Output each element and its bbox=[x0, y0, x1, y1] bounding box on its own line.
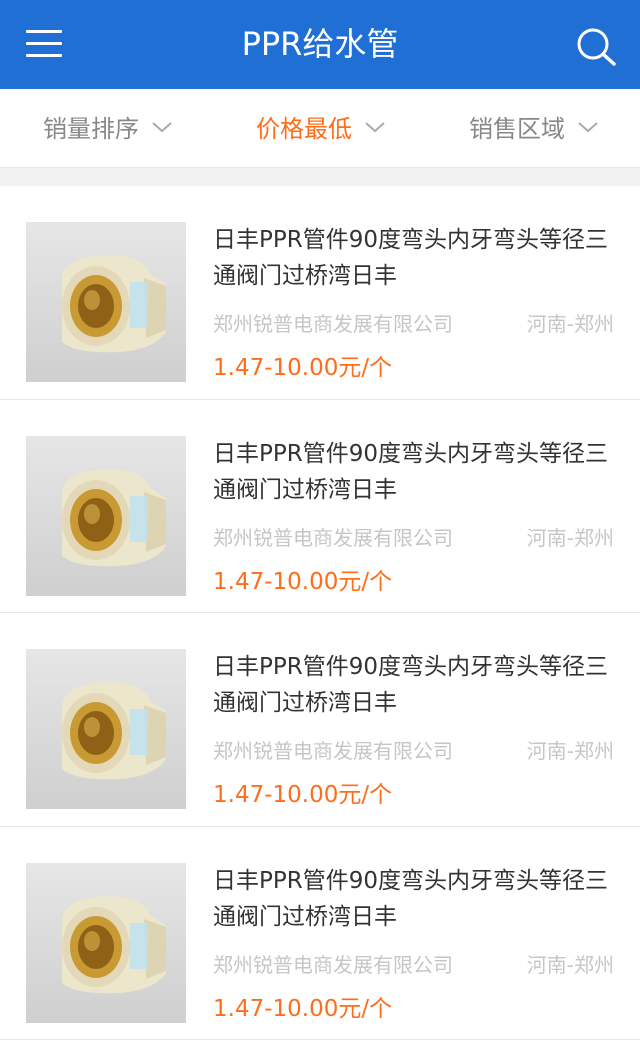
filter-label: 价格最低 bbox=[256, 115, 352, 143]
product-title: 日丰PPR管件90度弯头内牙弯头等径三通阀门过桥湾日丰 bbox=[213, 649, 618, 721]
section-divider bbox=[0, 168, 640, 186]
product-title: 日丰PPR管件90度弯头内牙弯头等径三通阀门过桥湾日丰 bbox=[213, 436, 618, 508]
app-header: PPR给水管 bbox=[0, 0, 640, 89]
company-name: 郑州锐普电商发展有限公司 bbox=[213, 308, 453, 337]
product-item[interactable]: 日丰PPR管件90度弯头内牙弯头等径三通阀门过桥湾日丰 郑州锐普电商发展有限公司… bbox=[0, 186, 640, 400]
chevron-down-icon bbox=[364, 120, 386, 134]
price-label: 1.47-10.00元/个 bbox=[213, 562, 392, 596]
region-label: 河南-郑州 bbox=[527, 735, 614, 764]
region-label: 河南-郑州 bbox=[527, 308, 614, 337]
product-item[interactable]: 日丰PPR管件90度弯头内牙弯头等径三通阀门过桥湾日丰 郑州锐普电商发展有限公司… bbox=[0, 400, 640, 614]
price-label: 1.47-10.00元/个 bbox=[213, 348, 392, 382]
price-label: 1.47-10.00元/个 bbox=[213, 775, 392, 809]
filter-bar: 销量排序 价格最低 销售区域 bbox=[0, 89, 640, 168]
product-item[interactable]: 日丰PPR管件90度弯头内牙弯头等径三通阀门过桥湾日丰 郑州锐普电商发展有限公司… bbox=[0, 613, 640, 827]
product-image bbox=[26, 436, 186, 596]
filter-sales-region[interactable]: 销售区域 bbox=[469, 111, 599, 147]
filter-label: 销量排序 bbox=[43, 115, 139, 143]
product-title: 日丰PPR管件90度弯头内牙弯头等径三通阀门过桥湾日丰 bbox=[213, 863, 618, 935]
filter-sales-sort[interactable]: 销量排序 bbox=[43, 111, 173, 147]
filter-label: 销售区域 bbox=[469, 115, 565, 143]
search-icon[interactable] bbox=[575, 26, 617, 66]
region-label: 河南-郑州 bbox=[527, 949, 614, 978]
price-label: 1.47-10.00元/个 bbox=[213, 989, 392, 1023]
company-name: 郑州锐普电商发展有限公司 bbox=[213, 735, 453, 764]
product-image bbox=[26, 863, 186, 1023]
chevron-down-icon bbox=[577, 120, 599, 134]
chevron-down-icon bbox=[151, 120, 173, 134]
product-title: 日丰PPR管件90度弯头内牙弯头等径三通阀门过桥湾日丰 bbox=[213, 222, 618, 294]
product-list: 日丰PPR管件90度弯头内牙弯头等径三通阀门过桥湾日丰 郑州锐普电商发展有限公司… bbox=[0, 186, 640, 1040]
product-image bbox=[26, 222, 186, 382]
page-title: PPR给水管 bbox=[0, 20, 640, 68]
region-label: 河南-郑州 bbox=[527, 522, 614, 551]
company-name: 郑州锐普电商发展有限公司 bbox=[213, 522, 453, 551]
company-name: 郑州锐普电商发展有限公司 bbox=[213, 949, 453, 978]
product-item[interactable]: 日丰PPR管件90度弯头内牙弯头等径三通阀门过桥湾日丰 郑州锐普电商发展有限公司… bbox=[0, 827, 640, 1040]
filter-lowest-price[interactable]: 价格最低 bbox=[256, 111, 386, 147]
product-image bbox=[26, 649, 186, 809]
